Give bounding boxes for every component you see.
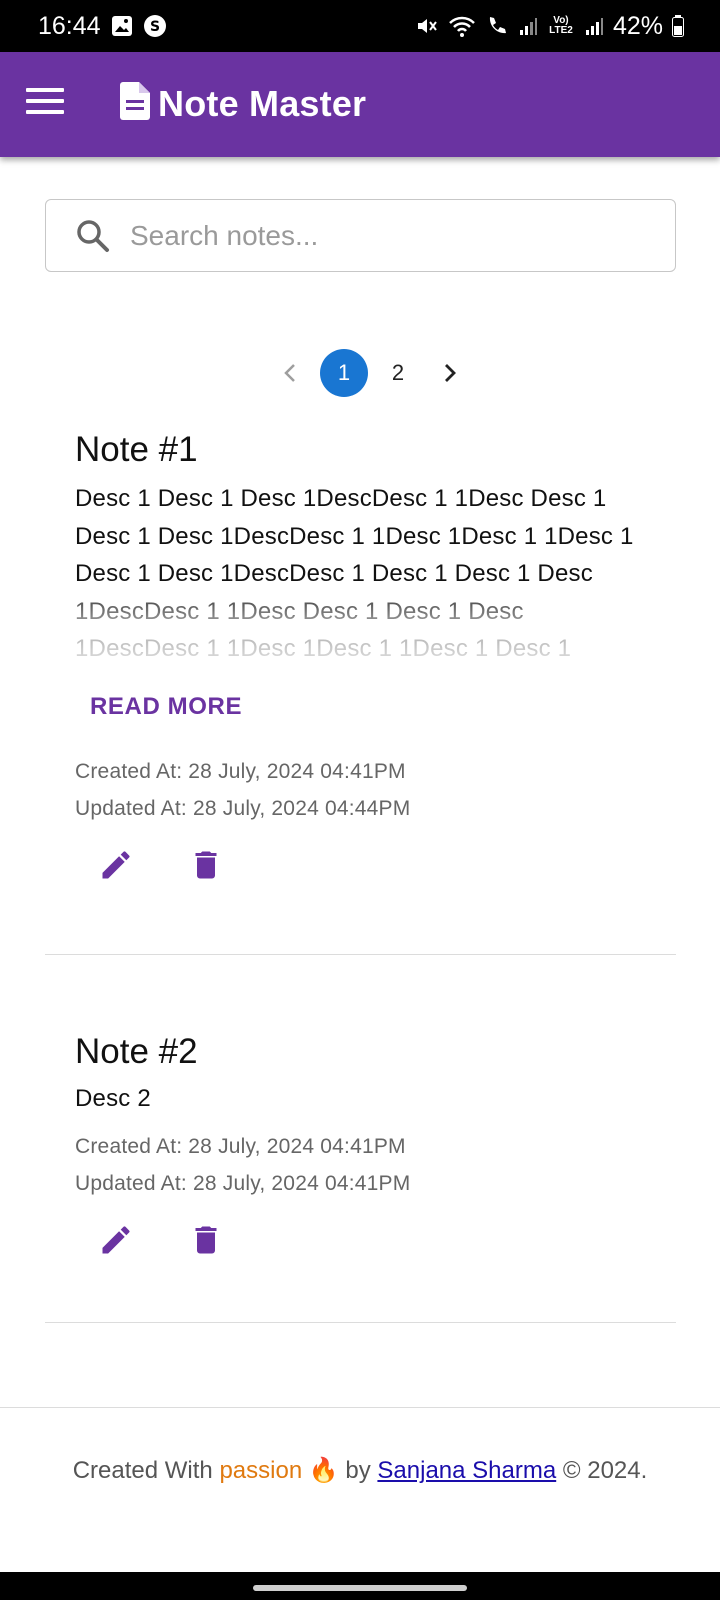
home-gesture-bar[interactable] [253, 1585, 467, 1591]
pagination-page-1[interactable]: 1 [320, 349, 368, 397]
edit-button[interactable] [92, 841, 140, 889]
pagination-page-2[interactable]: 2 [372, 347, 424, 399]
pagination-prev-button[interactable] [264, 347, 316, 399]
author-link[interactable]: Sanjana Sharma [377, 1457, 556, 1484]
pagination-next-button[interactable] [424, 347, 476, 399]
app-bar: Note Master [0, 52, 720, 157]
chevron-right-icon [445, 364, 456, 382]
search-input[interactable] [128, 218, 632, 253]
signal-icon [584, 16, 604, 36]
created-at: Created At: 28 July, 2024 04:41PM [75, 1134, 406, 1158]
footer: Created With passion 🔥 by Sanjana Sharma… [0, 1452, 720, 1489]
pencil-icon [102, 851, 130, 879]
note-title: Note #1 [75, 430, 198, 469]
pagination: 1 2 [264, 347, 476, 399]
s-app-icon: S [143, 14, 167, 38]
footer-prefix: Created With [72, 1457, 220, 1484]
fire-icon: 🔥 [308, 1457, 339, 1484]
edit-button[interactable] [92, 1216, 140, 1264]
svg-text:S: S [150, 19, 160, 35]
note-description: Desc 1 Desc 1 Desc 1DescDesc 1 1Desc Des… [75, 485, 634, 662]
mute-icon [415, 14, 439, 38]
chevron-left-icon [284, 364, 295, 382]
read-more-button[interactable]: READ MORE [75, 685, 257, 729]
note-divider [45, 954, 676, 955]
status-time: 16:44 [38, 11, 101, 40]
note-card: Note #1 Desc 1 Desc 1 Desc 1DescDesc 1 1… [75, 430, 655, 889]
status-bar: 16:44 S Vo) LTE2 42% [0, 0, 720, 52]
battery-icon [672, 15, 684, 37]
signal-icon [518, 16, 538, 36]
updated-at: Updated At: 28 July, 2024 04:44PM [75, 797, 411, 820]
network-label: Vo) LTE2 [549, 15, 573, 36]
hamburger-menu-icon[interactable] [26, 88, 64, 118]
search-box[interactable] [45, 199, 676, 272]
document-icon [120, 82, 150, 125]
pencil-icon [102, 1225, 130, 1253]
delete-button[interactable] [182, 841, 230, 889]
trash-icon [195, 851, 217, 879]
footer-copyright: © 2024. [556, 1457, 648, 1484]
updated-at: Updated At: 28 July, 2024 04:41PM [75, 1171, 411, 1195]
created-at: Created At: 28 July, 2024 04:41PM [75, 760, 406, 783]
gallery-icon [111, 15, 133, 37]
footer-passion: passion [219, 1457, 303, 1484]
battery-percent: 42% [612, 11, 663, 40]
note-card: Note #2 Desc 2 Created At: 28 July, 2024… [75, 1032, 655, 1264]
app-brand: Note Master [120, 82, 366, 125]
note-divider [45, 1322, 676, 1323]
wifi-icon [448, 14, 476, 38]
trash-icon [195, 1226, 217, 1253]
delete-button[interactable] [182, 1216, 230, 1264]
footer-divider [0, 1407, 720, 1408]
footer-by: by [338, 1457, 378, 1484]
note-description: Desc 2 [75, 1085, 151, 1112]
call-icon [485, 14, 509, 38]
app-title: Note Master [158, 82, 367, 124]
search-icon [77, 219, 109, 252]
note-title: Note #2 [75, 1032, 198, 1071]
